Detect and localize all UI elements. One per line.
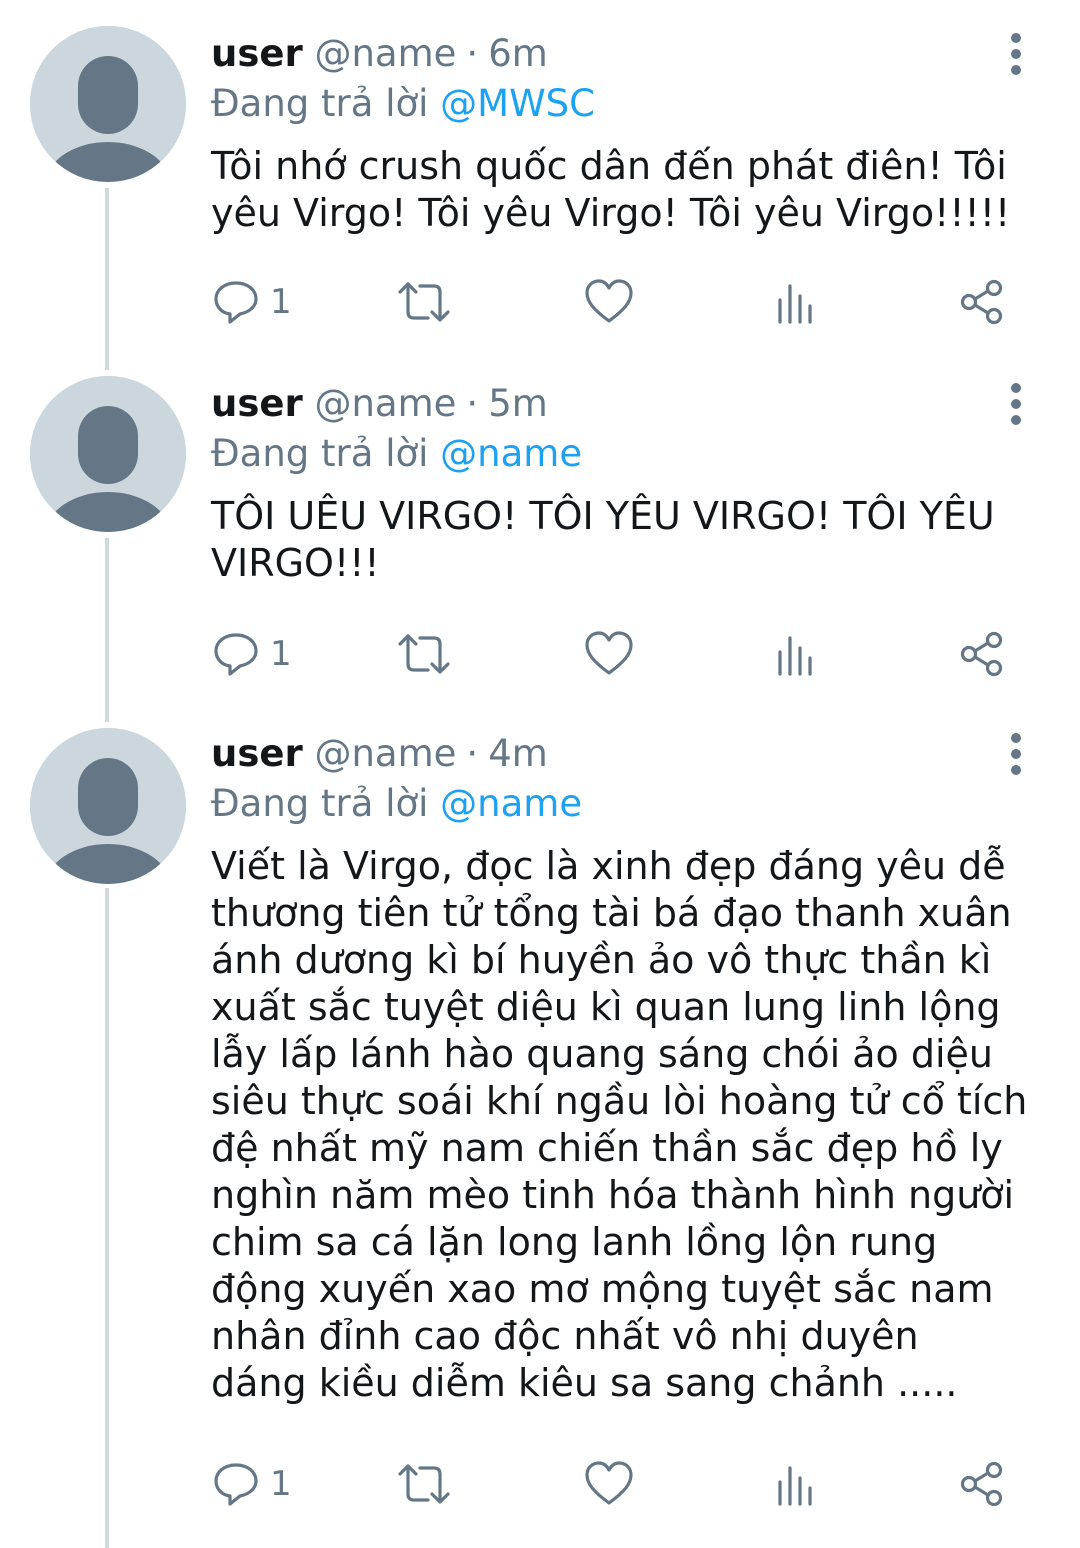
- more-options-button[interactable]: [996, 730, 1036, 778]
- analytics-icon: [778, 284, 812, 324]
- replying-to-link[interactable]: @MWSC: [440, 82, 595, 125]
- replying-to-label: Đang trả lời: [211, 782, 429, 825]
- tweet-text: Tôi nhớ crush quốc dân đến phát điên! Tô…: [211, 144, 1011, 235]
- avatar[interactable]: [30, 26, 186, 182]
- action-bar: 1: [0, 624, 1080, 684]
- tweet-header: user @name · 4m: [211, 730, 548, 778]
- share-button[interactable]: [958, 624, 1006, 684]
- replying-to-label: Đang trả lời: [211, 432, 429, 475]
- avatar[interactable]: [30, 376, 186, 532]
- retweet-button[interactable]: [396, 272, 452, 332]
- user-handle[interactable]: @name: [314, 32, 456, 75]
- separator-dot: ·: [466, 732, 479, 775]
- avatar[interactable]: [30, 728, 186, 884]
- more-options-button[interactable]: [996, 380, 1036, 428]
- reply-count: 1: [270, 1464, 292, 1504]
- action-bar: 1: [0, 1454, 1080, 1514]
- retweet-icon: [398, 282, 450, 322]
- action-bar: 1: [0, 272, 1080, 332]
- timestamp[interactable]: 6m: [488, 32, 548, 75]
- more-options-button[interactable]: [996, 30, 1036, 78]
- reply-count: 1: [270, 282, 292, 322]
- share-icon: [960, 279, 1003, 325]
- timestamp[interactable]: 4m: [488, 732, 548, 775]
- default-avatar-icon: [30, 26, 186, 182]
- reply-button[interactable]: 1: [212, 272, 292, 332]
- tweet[interactable]: user @name · 6m Đang trả lời @MWSC Tôi nhớ…: [0, 0, 1080, 350]
- like-icon: [585, 279, 633, 323]
- reply-button[interactable]: 1: [212, 624, 292, 684]
- reply-button[interactable]: 1: [212, 1454, 292, 1514]
- timestamp[interactable]: 5m: [488, 382, 548, 425]
- more-icon: [1011, 733, 1021, 775]
- share-button[interactable]: [958, 272, 1006, 332]
- like-button[interactable]: [584, 1454, 634, 1514]
- analytics-button[interactable]: [776, 272, 816, 332]
- retweet-button[interactable]: [396, 1454, 452, 1514]
- like-icon: [585, 1461, 633, 1505]
- reply-icon: [214, 633, 258, 676]
- replying-to: Đang trả lời @name: [211, 430, 582, 478]
- like-button[interactable]: [584, 272, 634, 332]
- replying-to: Đang trả lời @name: [211, 780, 582, 828]
- retweet-button[interactable]: [396, 624, 452, 684]
- analytics-icon: [778, 1466, 812, 1506]
- tweet-header: user @name · 6m: [211, 30, 548, 78]
- tweet-header: user @name · 5m: [211, 380, 548, 428]
- replying-to-link[interactable]: @name: [440, 782, 582, 825]
- analytics-icon: [778, 636, 812, 676]
- separator-dot: ·: [466, 32, 479, 75]
- replying-to-label: Đang trả lời: [211, 82, 429, 125]
- user-handle[interactable]: @name: [314, 732, 456, 775]
- separator-dot: ·: [466, 382, 479, 425]
- user-handle[interactable]: @name: [314, 382, 456, 425]
- default-avatar-icon: [30, 728, 186, 884]
- more-icon: [1011, 383, 1021, 425]
- retweet-icon: [398, 634, 450, 674]
- reply-count: 1: [270, 634, 292, 674]
- like-icon: [585, 631, 633, 675]
- retweet-icon: [398, 1464, 450, 1504]
- more-icon: [1011, 33, 1021, 75]
- share-button[interactable]: [958, 1454, 1006, 1514]
- default-avatar-icon: [30, 376, 186, 532]
- reply-icon: [214, 281, 258, 324]
- tweet-text: TÔI UÊU VIRGO! TÔI YÊU VIRGO! TÔI YÊU VI…: [211, 494, 995, 585]
- replying-to: Đang trả lời @MWSC: [211, 80, 595, 128]
- replying-to-link[interactable]: @name: [440, 432, 582, 475]
- analytics-button[interactable]: [776, 1454, 816, 1514]
- username[interactable]: user: [211, 732, 303, 775]
- tweet[interactable]: user @name · 4m Đang trả lời @name Viết là…: [0, 700, 1080, 1548]
- share-icon: [960, 631, 1003, 677]
- reply-icon: [214, 1463, 258, 1506]
- username[interactable]: user: [211, 382, 303, 425]
- share-icon: [960, 1461, 1003, 1507]
- tweet[interactable]: user @name · 5m Đang trả lời @name TÔI UÊU…: [0, 350, 1080, 700]
- tweet-text: Viết là Virgo, đọc là xinh đẹp đáng yêu …: [211, 844, 1028, 1405]
- username[interactable]: user: [211, 32, 303, 75]
- analytics-button[interactable]: [776, 624, 816, 684]
- like-button[interactable]: [584, 624, 634, 684]
